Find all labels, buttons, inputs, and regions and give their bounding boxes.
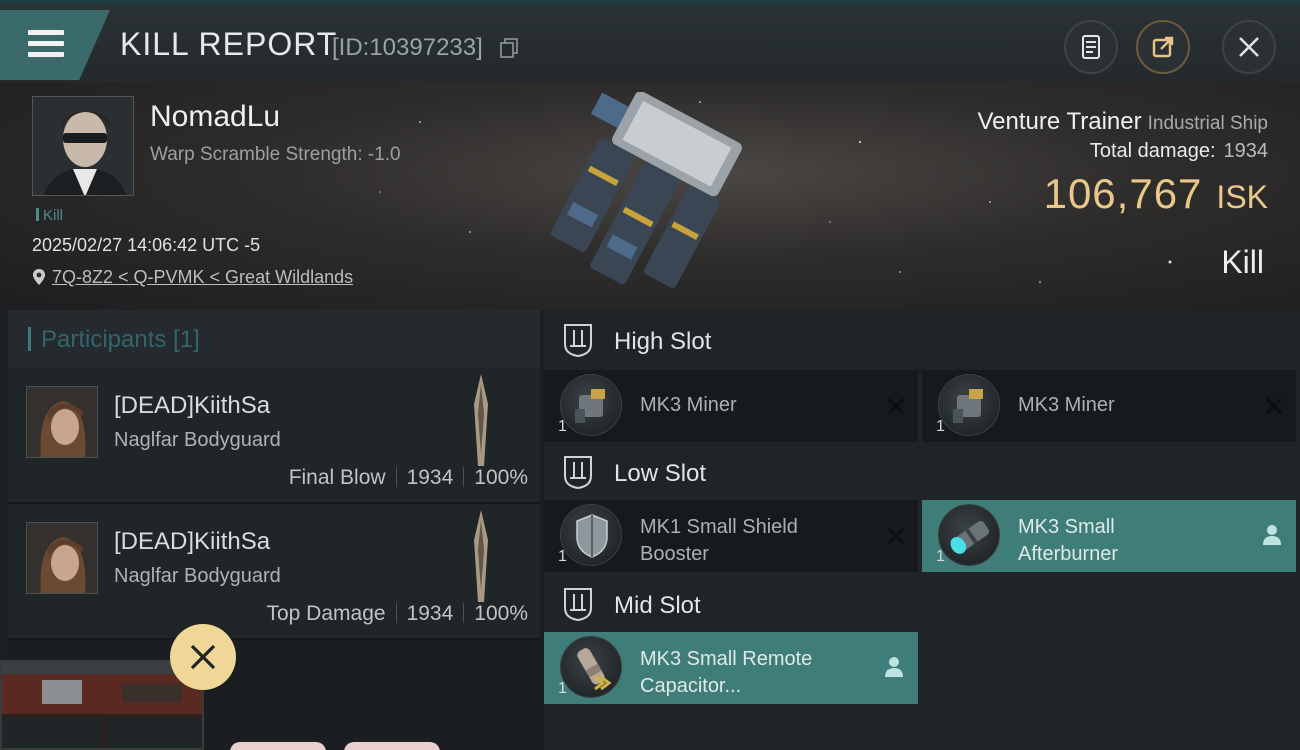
low-slot-title: Low Slot xyxy=(614,460,707,487)
document-icon xyxy=(1082,35,1100,59)
ship-class: Industrial Ship xyxy=(1147,113,1268,134)
participant-ship-icon xyxy=(474,510,488,602)
close-icon xyxy=(190,644,216,670)
total-damage: Total damage: 1934 xyxy=(1090,140,1268,163)
report-id: [ID:10397233] xyxy=(332,34,483,61)
participants-title[interactable]: Participants [1] xyxy=(8,310,540,368)
victim-summary: NomadLu Warp Scramble Strength: -1.0 Kil… xyxy=(0,82,1300,310)
module-quantity: 1 xyxy=(936,548,945,565)
dropped-person-icon xyxy=(1263,525,1281,545)
participant-avatar[interactable] xyxy=(26,386,98,458)
low-slot-icon xyxy=(564,456,592,490)
location-pin-icon xyxy=(33,269,45,285)
dismiss-thumbnail-button[interactable] xyxy=(170,624,236,690)
ship-name-line: Venture Trainer Industrial Ship xyxy=(977,108,1268,136)
high-slot-header: High Slot xyxy=(544,310,1300,372)
menu-icon xyxy=(28,30,64,58)
stats-divider xyxy=(463,467,465,487)
participant-corp: Naglfar Bodyguard xyxy=(114,565,281,587)
module-item[interactable]: 1 MK3 Small Afterburner xyxy=(922,500,1296,572)
stats-divider xyxy=(395,603,397,623)
participant-role: Final Blow xyxy=(288,466,386,489)
participant-card[interactable]: [DEAD]KiithSa Naglfar Bodyguard Top Dama… xyxy=(8,504,540,640)
overlay-pill-button[interactable] xyxy=(344,742,440,750)
total-damage-value: 1934 xyxy=(1223,140,1269,162)
header-bar: KILL REPORT [ID:10397233] xyxy=(0,0,1300,82)
close-icon xyxy=(1239,37,1259,57)
shield-booster-icon xyxy=(560,504,622,566)
victim-name[interactable]: NomadLu xyxy=(150,100,280,134)
ship-image xyxy=(550,92,742,289)
isk-value-row: 106,767 ISK xyxy=(1044,170,1268,218)
participant-card[interactable]: [DEAD]KiithSa Naglfar Bodyguard Final Bl… xyxy=(8,368,540,504)
participant-damage: 1934 xyxy=(406,466,454,489)
ship-name[interactable]: Venture Trainer xyxy=(977,108,1141,135)
high-slot-title: High Slot xyxy=(614,328,712,355)
module-name: MK3 Miner xyxy=(1018,394,1115,416)
remote-capacitor-icon xyxy=(560,636,622,698)
mid-slot-title: Mid Slot xyxy=(614,592,701,619)
high-slot-icon xyxy=(564,324,592,358)
participant-name[interactable]: [DEAD]KiithSa xyxy=(114,392,270,420)
participant-percent: 100% xyxy=(474,466,528,489)
warp-scramble-strength: Warp Scramble Strength: -1.0 xyxy=(150,144,401,165)
module-item[interactable]: 1 MK1 Small Shield Booster xyxy=(544,500,918,572)
floating-screenshot-thumbnail[interactable] xyxy=(0,660,204,750)
module-name: MK3 Small Remote Capacitor... xyxy=(640,648,813,697)
module-quantity: 1 xyxy=(558,680,567,697)
destroyed-x-icon xyxy=(888,528,904,544)
kill-tag: Kill xyxy=(36,207,63,224)
module-item[interactable]: 1 MK3 Small Remote Capacitor... xyxy=(544,632,918,704)
location-link[interactable]: 7Q-8Z2 < Q-PVMK < Great Wildlands xyxy=(52,267,353,287)
miner-icon xyxy=(938,374,1000,436)
isk-unit: ISK xyxy=(1216,179,1268,215)
low-slot-header: Low Slot xyxy=(544,442,1300,504)
participant-stats: Top Damage 1934 100% xyxy=(266,602,528,626)
participant-name[interactable]: [DEAD]KiithSa xyxy=(114,528,270,556)
afterburner-icon xyxy=(938,504,1000,566)
module-item[interactable]: 1 MK3 Miner xyxy=(544,370,918,442)
stats-divider xyxy=(395,467,397,487)
module-quantity: 1 xyxy=(558,418,567,435)
participant-avatar[interactable] xyxy=(26,522,98,594)
overlay-pill-button[interactable] xyxy=(230,742,326,750)
module-name: MK1 Small Shield Booster xyxy=(640,516,798,565)
miner-icon xyxy=(560,374,622,436)
document-button[interactable] xyxy=(1064,20,1118,74)
isk-value: 106,767 xyxy=(1043,170,1203,217)
dropped-person-icon xyxy=(885,657,903,677)
page-title: KILL REPORT xyxy=(120,26,338,62)
module-quantity: 1 xyxy=(936,418,945,435)
participant-stats: Final Blow 1934 100% xyxy=(289,466,528,490)
module-name: MK3 Small Afterburner xyxy=(1018,516,1119,565)
participant-percent: 100% xyxy=(474,602,528,625)
destroyed-x-icon xyxy=(1266,398,1282,414)
close-button[interactable] xyxy=(1222,20,1276,74)
share-button[interactable] xyxy=(1136,20,1190,74)
mid-slot-header: Mid Slot xyxy=(544,574,1300,636)
module-item[interactable]: 1 MK3 Miner xyxy=(922,370,1296,442)
kill-location[interactable]: 7Q-8Z2 < Q-PVMK < Great Wildlands xyxy=(32,267,353,288)
menu-button[interactable] xyxy=(0,10,110,80)
kill-datetime: 2025/02/27 14:06:42 UTC -5 xyxy=(32,235,261,255)
fitting-panel: High Slot 1 MK3 Miner 1 MK3 Miner Low Sl… xyxy=(544,310,1300,750)
module-quantity: 1 xyxy=(558,548,567,565)
stats-divider xyxy=(463,603,465,623)
victim-avatar[interactable] xyxy=(32,96,134,196)
mid-slot-icon xyxy=(564,588,592,622)
participant-ship-icon xyxy=(474,374,488,466)
participant-damage: 1934 xyxy=(406,602,454,625)
destroyed-x-icon xyxy=(888,398,904,414)
copy-icon[interactable] xyxy=(500,38,518,58)
result-label: Kill xyxy=(1221,244,1264,280)
participant-role: Top Damage xyxy=(266,602,386,625)
share-icon xyxy=(1152,36,1174,58)
participant-corp: Naglfar Bodyguard xyxy=(114,429,281,451)
total-damage-label: Total damage: xyxy=(1089,140,1216,162)
module-name: MK3 Miner xyxy=(640,394,737,416)
